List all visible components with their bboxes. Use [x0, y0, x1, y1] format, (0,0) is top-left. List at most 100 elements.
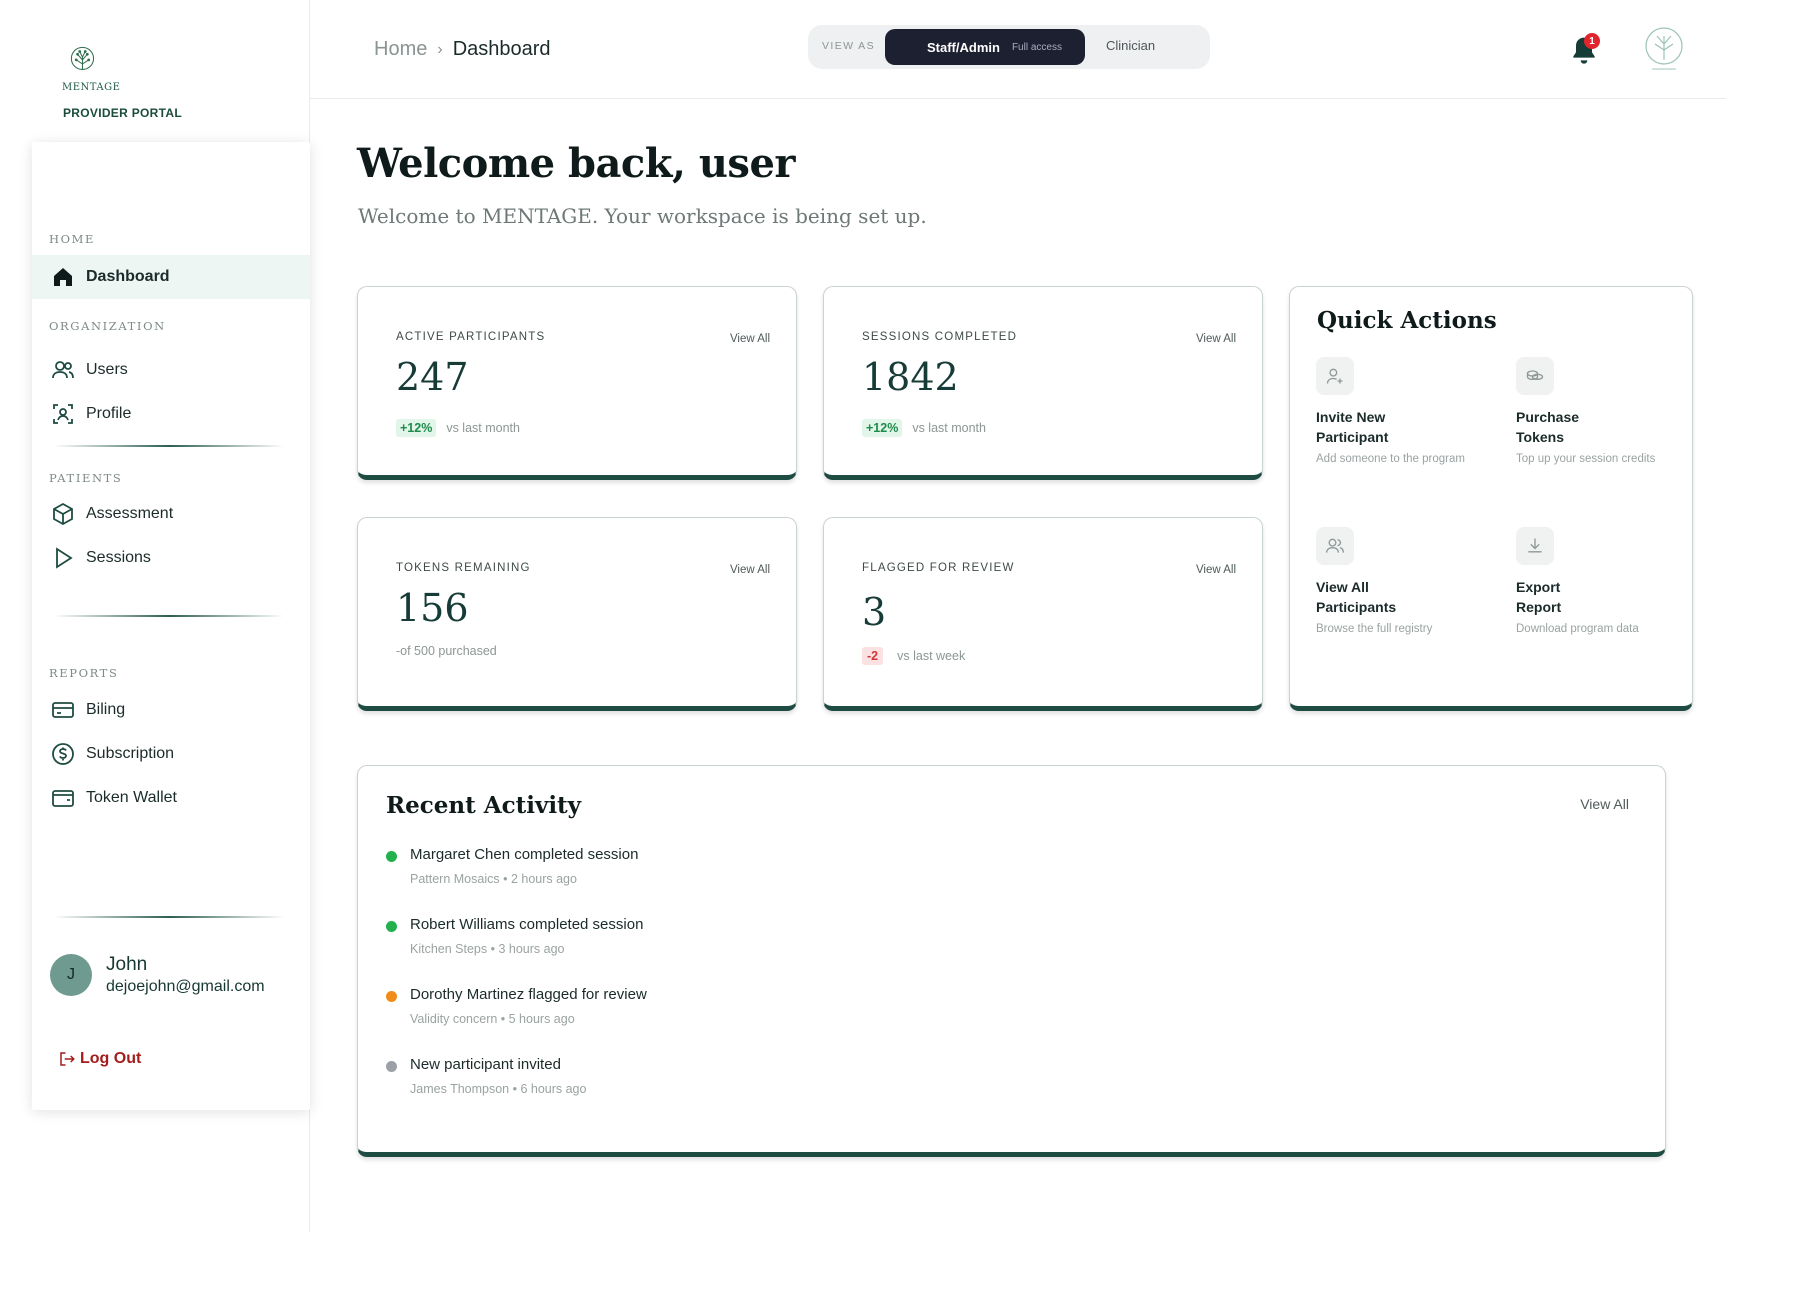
stat-label: SESSIONS COMPLETED	[862, 331, 1018, 343]
top-header: Home › Dashboard VIEW AS Staff/Admin Ful…	[310, 0, 1726, 99]
activity-meta: Validity concern • 5 hours ago	[410, 1012, 575, 1026]
section-organization: ORGANIZATION	[49, 319, 166, 333]
section-divider	[54, 615, 284, 617]
organization-avatar-icon[interactable]	[1636, 20, 1692, 78]
view-all-link[interactable]: View All	[1196, 564, 1236, 576]
coins-icon	[1516, 357, 1554, 395]
status-dot	[386, 991, 397, 1002]
activity-text: Dorothy Martinez flagged for review	[410, 986, 647, 1003]
breadcrumb-current: Dashboard	[452, 38, 551, 60]
sidebar-item-profile[interactable]: Profile	[32, 392, 310, 436]
role-option-staff-admin[interactable]: Staff/Admin Full access	[885, 29, 1085, 65]
section-divider	[54, 916, 284, 918]
quick-actions-card: Quick Actions Invite New Participant Add …	[1289, 286, 1693, 711]
recent-activity-card: Recent Activity View All Margaret Chen c…	[357, 765, 1666, 1157]
stat-label: TOKENS REMAINING	[396, 562, 531, 574]
trend-note: -of 500 purchased	[396, 644, 497, 658]
stat-trend: +12% vs last month	[396, 419, 520, 437]
user-email: dejoejohn@gmail.com	[106, 978, 265, 995]
section-patients: PATIENTS	[49, 471, 123, 485]
page-title: Welcome back, user	[357, 140, 795, 187]
logout-button[interactable]: Log Out	[58, 1050, 141, 1068]
sidebar-item-dashboard[interactable]: Dashboard	[32, 255, 310, 299]
trend-note: vs last week	[897, 649, 966, 663]
sidebar-item-label: Token Wallet	[86, 789, 177, 806]
chevron-right-icon: ›	[437, 40, 443, 58]
tree-logo-icon	[70, 46, 95, 71]
status-dot	[386, 851, 397, 862]
activity-meta: James Thompson • 6 hours ago	[410, 1082, 587, 1096]
section-reports: REPORTS	[49, 666, 119, 680]
sidebar-item-subscription[interactable]: Subscription	[32, 732, 310, 776]
credit-card-icon	[50, 697, 76, 723]
trend-badge: +12%	[396, 419, 437, 437]
sidebar-item-sessions[interactable]: Sessions	[32, 536, 310, 580]
activity-text: Margaret Chen completed session	[410, 846, 639, 863]
quick-action-desc: Download program data	[1516, 623, 1639, 635]
sidebar-item-label: Users	[86, 361, 128, 378]
trend-note: vs last month	[446, 421, 520, 435]
stat-trend: -2 vs last week	[862, 647, 965, 665]
view-all-link[interactable]: View All	[1196, 333, 1236, 345]
activity-meta: Kitchen Steps • 3 hours ago	[410, 942, 565, 956]
sidebar-item-label: Assessment	[86, 505, 174, 522]
download-icon	[1516, 527, 1554, 565]
sidebar-item-assessment[interactable]: Assessment	[32, 492, 310, 536]
quick-action-desc: Add someone to the program	[1316, 453, 1465, 465]
avatar: J	[50, 954, 92, 996]
quick-action-export-report[interactable]: Export Report Download program data	[1516, 527, 1686, 635]
user-card[interactable]: J John dejoejohn@gmail.com	[50, 954, 265, 996]
user-name: John	[106, 954, 148, 975]
stat-value: 1842	[862, 355, 959, 399]
users-icon	[50, 357, 76, 383]
quick-action-view-participants[interactable]: View All Participants Browse the full reg…	[1316, 527, 1486, 635]
view-as-toggle: VIEW AS Staff/Admin Full access Clinicia…	[808, 25, 1210, 69]
sidebar-item-token-wallet[interactable]: Token Wallet	[32, 776, 310, 820]
section-home: HOME	[49, 232, 96, 246]
view-all-link[interactable]: View All	[730, 564, 770, 576]
quick-action-label: Export Report	[1516, 579, 1562, 615]
view-all-link[interactable]: View All	[730, 333, 770, 345]
users-icon	[1316, 527, 1354, 565]
status-dot	[386, 921, 397, 932]
logout-label: Log Out	[80, 1050, 142, 1067]
sidebar-item-label: Profile	[86, 405, 132, 422]
quick-action-invite-participant[interactable]: Invite New Participant Add someone to the…	[1316, 357, 1486, 465]
home-icon	[50, 264, 76, 290]
brand-name: MENTAGE	[62, 82, 121, 93]
dollar-circle-icon	[50, 741, 76, 767]
page-subtitle: Welcome to MENTAGE. Your workspace is be…	[358, 204, 927, 228]
section-divider	[54, 445, 284, 447]
activity-meta: Pattern Mosaics • 2 hours ago	[410, 872, 577, 886]
view-all-link[interactable]: View All	[1580, 796, 1629, 812]
breadcrumb-home[interactable]: Home	[374, 38, 427, 61]
sidebar-item-billing[interactable]: Biling	[32, 688, 310, 732]
play-icon	[50, 545, 76, 571]
quick-action-purchase-tokens[interactable]: Purchase Tokens Top up your session credi…	[1516, 357, 1686, 465]
stat-card-active-participants: ACTIVE PARTICIPANTS View All 247 +12% vs…	[357, 286, 797, 480]
logout-icon	[60, 1052, 75, 1066]
wallet-icon	[50, 785, 76, 811]
sidebar-item-label: Dashboard	[86, 268, 170, 285]
role-option-clinician[interactable]: Clinician	[1106, 38, 1155, 53]
trend-badge: +12%	[862, 419, 903, 437]
role-name: Staff/Admin	[927, 39, 1000, 55]
portal-label: PROVIDER PORTAL	[63, 106, 182, 120]
sidebar-item-label: Sessions	[86, 549, 151, 566]
sidebar: HOME Dashboard ORGANIZATION Users Profil…	[32, 142, 310, 1110]
quick-action-label: Invite New Participant	[1316, 409, 1389, 445]
stat-card-flagged-review: FLAGGED FOR REVIEW View All 3 -2 vs last…	[823, 517, 1263, 711]
sidebar-item-users[interactable]: Users	[32, 348, 310, 392]
role-access: Full access	[1011, 41, 1062, 53]
stat-label: ACTIVE PARTICIPANTS	[396, 331, 546, 343]
activity-text: Robert Williams completed session	[410, 916, 644, 933]
stat-trend: -of 500 purchased	[396, 644, 497, 658]
recent-activity-title: Recent Activity	[386, 792, 582, 819]
quick-action-desc: Browse the full registry	[1316, 623, 1433, 635]
trend-badge: -2	[862, 647, 884, 665]
notification-badge: 1	[1584, 33, 1600, 49]
quick-action-label: Purchase Tokens	[1516, 409, 1580, 445]
stat-value: 3	[862, 590, 887, 634]
user-plus-icon	[1316, 357, 1354, 395]
stat-trend: +12% vs last month	[862, 419, 986, 437]
